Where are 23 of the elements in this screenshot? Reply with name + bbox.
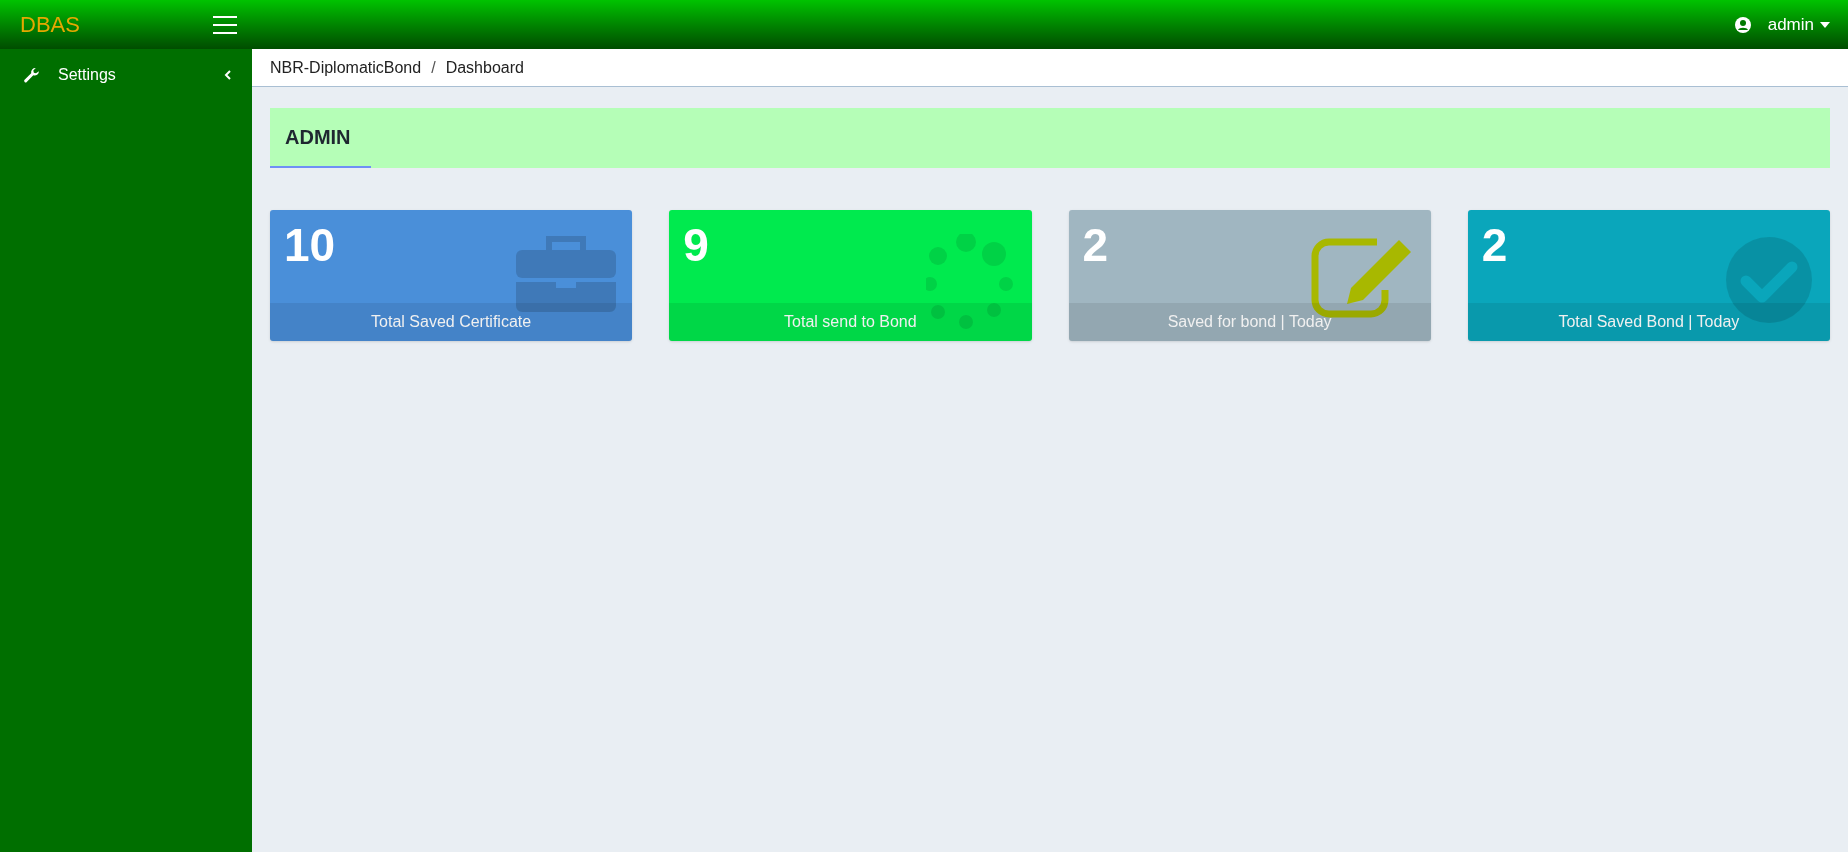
stat-card[interactable]: 2 Total Saved Bond | Today bbox=[1467, 210, 1830, 341]
brand-logo[interactable]: DBAS bbox=[20, 8, 213, 41]
sidebar-item[interactable]: Settings bbox=[0, 63, 252, 87]
user-menu-button[interactable]: admin bbox=[1767, 11, 1830, 38]
breadcrumb-separator: / bbox=[431, 57, 436, 78]
breadcrumb-item: Dashboard bbox=[445, 57, 524, 78]
user-icon bbox=[1734, 16, 1751, 33]
stat-value: 10 bbox=[284, 219, 336, 271]
stat-label: Total Saved Certificate bbox=[371, 312, 532, 332]
stat-value: 9 bbox=[683, 219, 709, 271]
stat-card[interactable]: 10 Total Saved Certificate bbox=[270, 210, 633, 341]
stat-value: 2 bbox=[1481, 219, 1508, 271]
stat-label: Saved for bond | Today bbox=[1167, 312, 1332, 332]
section-title: ADMIN bbox=[285, 125, 351, 150]
menu-icon[interactable] bbox=[213, 15, 237, 34]
stat-card[interactable]: 2 Saved for bond | Today bbox=[1068, 210, 1431, 341]
sidebar-item-label: Settings bbox=[58, 65, 117, 85]
stat-label: Total send to Bond bbox=[784, 312, 917, 332]
stat-label: Total Saved Bond | Today bbox=[1558, 312, 1740, 332]
breadcrumb-item[interactable]: NBR-DiplomaticBond bbox=[270, 55, 422, 80]
stat-value: 2 bbox=[1082, 219, 1109, 271]
caret-icon bbox=[1820, 21, 1830, 28]
wrench-icon bbox=[23, 66, 40, 84]
